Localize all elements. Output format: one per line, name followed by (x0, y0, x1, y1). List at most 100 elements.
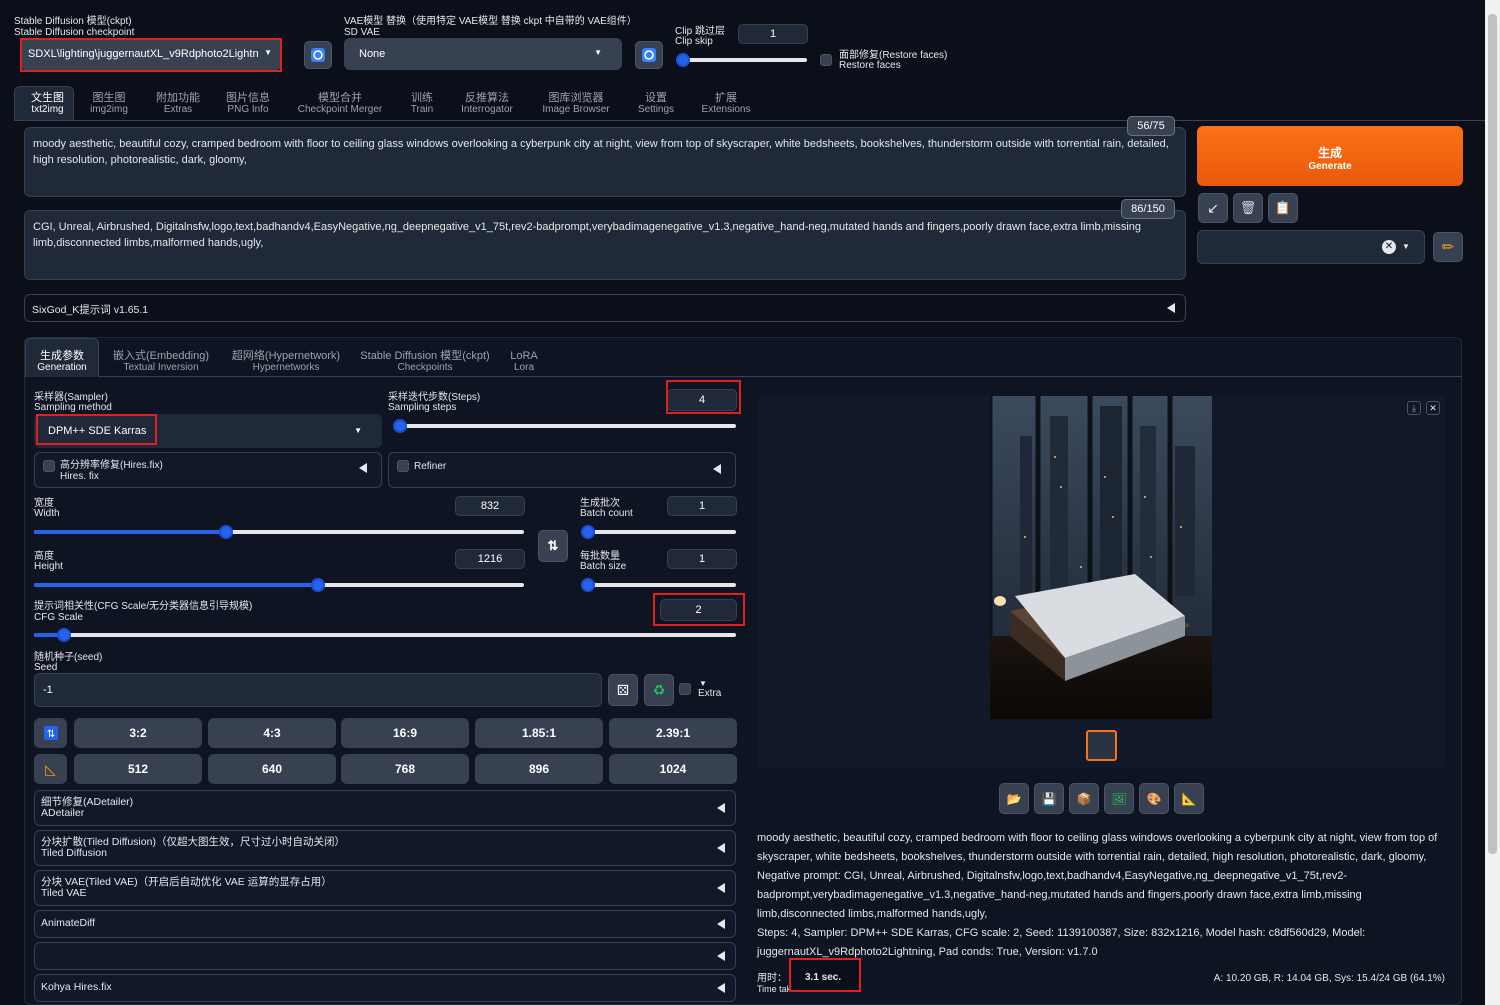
vae-label-en: SD VAE (344, 27, 380, 38)
hires-fix-checkbox[interactable] (43, 460, 55, 472)
random-seed-button[interactable]: ⚄ (608, 674, 638, 706)
trash-icon: 🗑 (1239, 200, 1257, 215)
collapse-icon (717, 951, 725, 961)
accordion[interactable]: Kohya Hires.fix (34, 974, 736, 1002)
save-button[interactable]: 💾 (1034, 783, 1064, 814)
height-slider[interactable] (34, 578, 524, 592)
checkpoint-dropdown[interactable]: SDXL\lighting\juggernautXL_v9Rdphoto2Lig… (20, 38, 282, 70)
refiner-accordion[interactable]: Refiner (388, 452, 736, 488)
time-taken-value: 3.1 sec. (789, 958, 861, 992)
tab-img2img[interactable]: 图生图 img2img (90, 92, 128, 116)
clip-skip-slider[interactable] (676, 53, 807, 67)
aspect-button[interactable]: 3:2 (74, 718, 202, 748)
size-button[interactable]: 512 (74, 754, 202, 784)
tab-label-en: Image Browser (542, 104, 610, 115)
restore-faces-checkbox[interactable] (820, 54, 832, 66)
aspect-button[interactable]: 1.85:1 (475, 718, 603, 748)
hires-fix-accordion[interactable]: 高分辨率修复(Hires.fix) Hires. fix (34, 452, 382, 488)
seed-input[interactable]: -1 (34, 673, 602, 707)
trash-button[interactable]: 🗑 (1233, 193, 1263, 223)
accordion-subtitle: Tiled Diffusion (41, 847, 107, 859)
aspect-button[interactable]: 16:9 (341, 718, 469, 748)
palette-button[interactable]: 🎨 (1139, 783, 1169, 814)
accordion[interactable]: 分块扩散(Tiled Diffusion)（仅超大图生效，尺寸过小时自动关闭） T… (34, 830, 736, 866)
tab-label-cn: 图生图 (92, 92, 126, 104)
sixgod-accordion[interactable]: SixGod_K提示词 v1.65.1 (24, 294, 1186, 322)
sampler-dropdown[interactable]: DPM++ SDE Karras ▼ (34, 414, 382, 448)
size-button[interactable]: 768 (341, 754, 469, 784)
paste-button[interactable]: 📋 (1268, 193, 1298, 223)
tab-interrogator[interactable]: 反推算法 Interrogator (458, 93, 516, 116)
ruler-button[interactable]: ◺ (34, 754, 67, 784)
accordion[interactable] (34, 942, 736, 970)
subtab-label-cn: 嵌入式(Embedding) (113, 350, 209, 362)
aspect-button[interactable]: 4:3 (208, 718, 336, 748)
tab-extensions[interactable]: 扩展 Extensions (700, 93, 752, 116)
switch-orientation-button[interactable]: ⇅ (34, 718, 67, 748)
tab-image-browser[interactable]: 图库浏览器 Image Browser (540, 93, 612, 116)
cfg-slider[interactable] (34, 628, 736, 642)
vae-dropdown[interactable]: None ▼ (344, 38, 622, 70)
subtab-generation[interactable]: 生成参数 Generation (28, 351, 96, 374)
subtab-textual-inversion[interactable]: 嵌入式(Embedding) Textual Inversion (108, 350, 214, 374)
accordion[interactable]: AnimateDiff (34, 910, 736, 938)
accordion[interactable]: 细节修复(ADetailer) ADetailer (34, 790, 736, 826)
refiner-checkbox[interactable] (397, 460, 409, 472)
extra-checkbox[interactable] (679, 683, 691, 695)
thumbnail[interactable] (1086, 730, 1117, 761)
steps-slider[interactable] (393, 419, 736, 433)
refresh-icon (642, 48, 656, 62)
scrollbar[interactable] (1485, 0, 1500, 1005)
clip-skip-input[interactable]: 1 (738, 24, 808, 44)
refiner-label: Refiner (414, 461, 447, 472)
steps-input[interactable]: 4 (667, 389, 737, 411)
tab-settings[interactable]: 设置 Settings (634, 92, 678, 116)
clear-icon[interactable]: ✕ (1382, 240, 1396, 254)
prompt-textarea[interactable]: moody aesthetic, beautiful cozy, cramped… (24, 127, 1186, 197)
size-button[interactable]: 640 (208, 754, 336, 784)
reuse-seed-button[interactable]: ♻ (644, 674, 674, 706)
batch-size-input[interactable]: 1 (667, 549, 737, 569)
aspect-button[interactable]: 2.39:1 (609, 718, 737, 748)
batch-size-slider[interactable] (581, 578, 736, 592)
generate-button[interactable]: 生成 Generate (1197, 126, 1463, 186)
accordion-subtitle: ADetailer (41, 807, 85, 819)
image-button[interactable]: 🖼 (1104, 783, 1134, 814)
height-input[interactable]: 1216 (455, 549, 525, 569)
tab-png-info[interactable]: 图片信息 PNG Info (224, 93, 272, 116)
read-params-button[interactable]: ↙ (1198, 193, 1228, 223)
batch-count-input[interactable]: 1 (667, 496, 737, 516)
folder-button[interactable]: 📂 (999, 783, 1029, 814)
cfg-input[interactable]: 2 (660, 599, 737, 621)
download-icon[interactable]: ⤓ (1407, 401, 1421, 415)
swap-dimensions-button[interactable]: ⇅ (538, 530, 568, 562)
refresh-checkpoint-button[interactable] (304, 41, 332, 69)
styles-dropdown[interactable]: ✕ ▼ (1197, 230, 1425, 264)
size-button[interactable]: 1024 (609, 754, 737, 784)
close-icon[interactable]: ✕ (1426, 401, 1440, 415)
tab-txt2img[interactable]: 文生图 txt2img (24, 93, 71, 116)
scrollbar-thumb[interactable] (1488, 14, 1497, 854)
width-slider[interactable] (34, 525, 524, 539)
subtab-hypernetworks[interactable]: 超网络(Hypernetwork) Hypernetworks (228, 351, 344, 374)
batch-count-slider[interactable] (581, 525, 736, 539)
ruler-button[interactable]: 📐 (1174, 783, 1204, 814)
generated-image[interactable] (990, 396, 1212, 719)
batch-size-label-en: Batch size (580, 561, 627, 572)
tab-label-cn: 设置 (645, 92, 667, 104)
negative-prompt-textarea[interactable]: CGI, Unreal, Airbrushed, Digitalnsfw,log… (24, 210, 1186, 280)
accordion[interactable]: 分块 VAE(Tiled VAE)（开启后自动优化 VAE 运算的显存占用） Ti… (34, 870, 736, 906)
refresh-vae-button[interactable] (635, 41, 663, 69)
vae-label-cn: VAE模型 替换（使用特定 VAE模型 替换 ckpt 中自带的 VAE组件） (344, 16, 637, 27)
zip-button[interactable]: 📦 (1069, 783, 1099, 814)
tab-extras[interactable]: 附加功能 Extras (152, 92, 204, 116)
edit-styles-button[interactable]: ✏ (1433, 232, 1463, 262)
subtab-checkpoints[interactable]: Stable Diffusion 模型(ckpt) Checkpoints (360, 351, 490, 374)
tab-label-cn: 附加功能 (156, 92, 200, 104)
size-button[interactable]: 896 (475, 754, 603, 784)
sixgod-label: SixGod_K提示词 v1.65.1 (32, 304, 149, 316)
tab-checkpoint-merger[interactable]: 模型合并 Checkpoint Merger (296, 93, 384, 116)
width-input[interactable]: 832 (455, 496, 525, 516)
tab-train[interactable]: 训练 Train (405, 93, 439, 116)
subtab-lora[interactable]: LoRA Lora (505, 351, 543, 374)
